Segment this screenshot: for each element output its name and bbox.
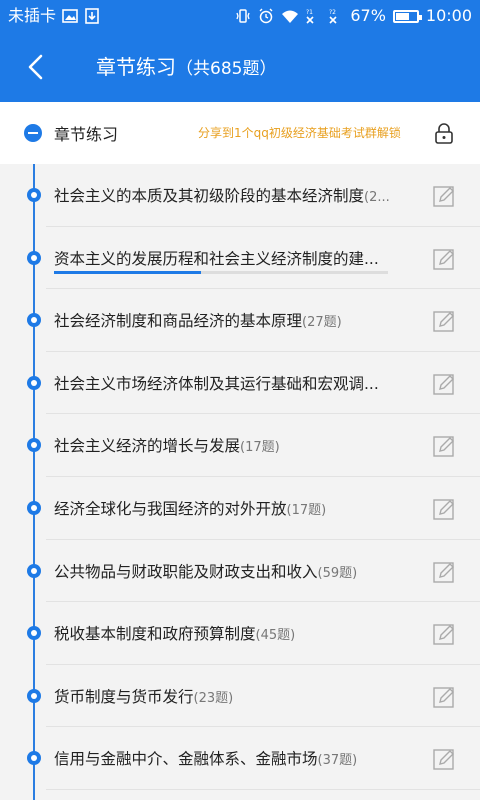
chapter-item[interactable]: 公共物品与财政职能及财政支出和收入(59题) <box>0 540 480 603</box>
chapter-count: (17题) <box>286 502 327 518</box>
chapter-title: 社会经济制度和商品经济的基本原理 <box>54 312 303 331</box>
chapter-title: 资本主义的发展历程和社会主义经济制度的建... <box>54 249 379 268</box>
chapter-label[interactable]: 税收基本制度和政府预算制度(45题) <box>54 622 422 644</box>
progress-fill <box>54 270 201 274</box>
timeline-dot <box>27 250 41 265</box>
timeline-dot <box>27 688 41 703</box>
lock-icon[interactable] <box>432 121 456 145</box>
chapter-title: 社会主义经济的增长与发展 <box>54 437 241 456</box>
timeline-dot <box>27 188 41 202</box>
chapter-count: (59题) <box>317 565 358 581</box>
chapter-title: 公共物品与财政职能及财政支出和收入 <box>54 562 318 581</box>
alarm-icon <box>258 8 274 24</box>
chapter-label[interactable]: 社会主义的本质及其初级阶段的基本经济制度(2... <box>54 184 422 206</box>
battery-fill <box>395 12 409 20</box>
edit-icon[interactable] <box>432 434 456 458</box>
download-icon <box>84 8 100 24</box>
wifi-icon <box>281 8 299 24</box>
chapter-item[interactable]: 社会主义市场经济体制及其运行基础和宏观调... <box>0 352 480 415</box>
timeline-dot <box>27 626 41 641</box>
collapse-icon[interactable] <box>24 124 42 142</box>
edit-icon[interactable] <box>432 497 456 521</box>
signal-1-icon: ?1 <box>304 8 320 24</box>
svg-text:?2: ?2 <box>329 9 336 16</box>
chapter-label[interactable]: 经济全球化与我国经济的对外开放(17题) <box>54 497 422 519</box>
chapter-list-header[interactable]: 章节练习 分享到1个qq初级经济基础考试群解锁 <box>0 102 480 164</box>
chapter-label[interactable]: 公共物品与财政职能及财政支出和收入(59题) <box>54 560 422 582</box>
chapter-item[interactable]: 信用与金融中介、金融体系、金融市场(37题) <box>0 727 480 790</box>
chapter-title: 经济全球化与我国经济的对外开放 <box>54 499 287 518</box>
timeline-dot <box>27 438 41 453</box>
app-bar: 章节练习（共685题） <box>0 32 480 102</box>
chapter-item[interactable]: 货币制度与货币发行(23题) <box>0 665 480 728</box>
battery-percent: 67% <box>350 6 386 25</box>
chapter-count: (37题) <box>317 753 358 769</box>
chapter-count: (23题) <box>193 690 234 706</box>
timeline-dot <box>27 375 41 390</box>
chapter-count: (17题) <box>240 440 280 456</box>
chapter-count: (2... <box>364 190 390 205</box>
edit-icon[interactable] <box>432 184 456 208</box>
share-unlock-link[interactable]: 分享到1个qq初级经济基础考试群解锁 <box>198 124 401 141</box>
chapter-label[interactable]: 社会经济制度和商品经济的基本原理(27题) <box>54 309 422 331</box>
chapter-title: 税收基本制度和政府预算制度 <box>54 625 256 644</box>
header-title: 章节练习 <box>54 125 119 144</box>
back-button[interactable] <box>22 52 52 82</box>
vibrate-icon <box>235 8 251 24</box>
chapter-title: 社会主义市场经济体制及其运行基础和宏观调... <box>54 374 379 393</box>
row-divider <box>46 788 480 790</box>
chapter-count: (45题) <box>255 628 296 644</box>
chevron-left-icon <box>28 54 43 80</box>
chapter-label[interactable]: 资本主义的发展历程和社会主义经济制度的建... <box>54 247 422 269</box>
chapter-title: 信用与金融中介、金融体系、金融市场 <box>54 750 318 769</box>
chapter-label[interactable]: 货币制度与货币发行(23题) <box>54 685 422 707</box>
battery-icon <box>392 9 422 23</box>
chapter-title: 社会主义的本质及其初级阶段的基本经济制度 <box>54 187 365 205</box>
timeline-dot <box>27 563 41 578</box>
chapter-items: 社会主义的本质及其初级阶段的基本经济制度(2... 资本主义的发展历程和社会主义经… <box>0 164 480 790</box>
timeline-dot <box>27 500 41 515</box>
chapter-count: (27题) <box>302 315 342 331</box>
status-bar: 未插卡 ?1 ?2 67% 10:00 <box>0 0 480 32</box>
carrier-text: 未插卡 <box>8 6 57 25</box>
page-title: 章节练习（共685题） <box>96 54 276 82</box>
progress-bar <box>54 270 388 274</box>
chapter-item[interactable]: 社会主义经济的增长与发展(17题) <box>0 414 480 477</box>
svg-text:?1: ?1 <box>306 9 313 16</box>
edit-icon[interactable] <box>432 685 456 709</box>
status-left: 未插卡 <box>8 6 100 26</box>
chapter-item[interactable]: 税收基本制度和政府预算制度(45题) <box>0 602 480 665</box>
chapter-label[interactable]: 社会主义经济的增长与发展(17题) <box>54 434 422 456</box>
chapter-label[interactable]: 社会主义市场经济体制及其运行基础和宏观调... <box>54 372 422 394</box>
edit-icon[interactable] <box>432 309 456 333</box>
signal-2-icon: ?2 <box>327 8 343 24</box>
chapter-label[interactable]: 信用与金融中介、金融体系、金融市场(37题) <box>54 747 422 769</box>
page-title-text: 章节练习 <box>96 55 176 79</box>
page-title-count: （共685题） <box>176 59 277 79</box>
edit-icon[interactable] <box>432 247 456 271</box>
chapter-list: 章节练习 分享到1个qq初级经济基础考试群解锁 社会主义的本质及其初级阶段的基本… <box>0 102 480 790</box>
edit-icon[interactable] <box>432 560 456 584</box>
chapter-item[interactable]: 社会经济制度和商品经济的基本原理(27题) <box>0 289 480 352</box>
chapter-item[interactable]: 资本主义的发展历程和社会主义经济制度的建... <box>0 227 480 290</box>
status-right: ?1 ?2 67% 10:00 <box>235 6 472 26</box>
image-icon <box>62 8 78 24</box>
edit-icon[interactable] <box>432 622 456 646</box>
timeline-dot <box>27 313 41 328</box>
chapter-item[interactable]: 社会主义的本质及其初级阶段的基本经济制度(2... <box>0 164 480 227</box>
chapter-item[interactable]: 经济全球化与我国经济的对外开放(17题) <box>0 477 480 540</box>
edit-icon[interactable] <box>432 747 456 771</box>
edit-icon[interactable] <box>432 372 456 396</box>
chapter-title: 货币制度与货币发行 <box>54 687 194 706</box>
timeline-dot <box>27 751 41 766</box>
clock: 10:00 <box>425 6 472 25</box>
